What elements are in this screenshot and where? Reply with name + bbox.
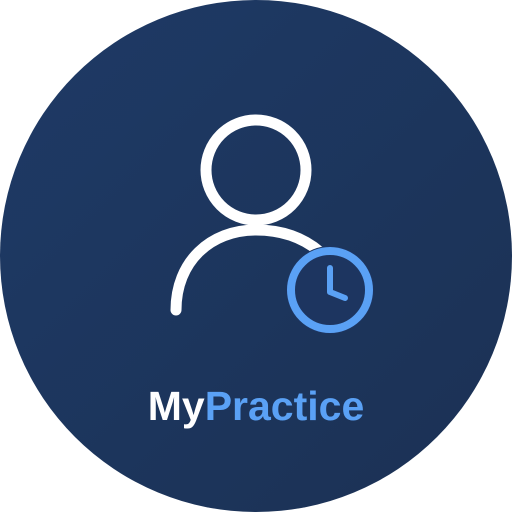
- logo-wordmark: MyPractice: [0, 378, 512, 434]
- app-logo: MyPractice: [0, 0, 512, 512]
- wordmark-practice: Practice: [204, 383, 365, 429]
- logo-background-circle: [0, 0, 512, 512]
- logo-badge: [0, 0, 512, 512]
- wordmark-my: My: [147, 383, 205, 429]
- clock-icon: [286, 246, 374, 334]
